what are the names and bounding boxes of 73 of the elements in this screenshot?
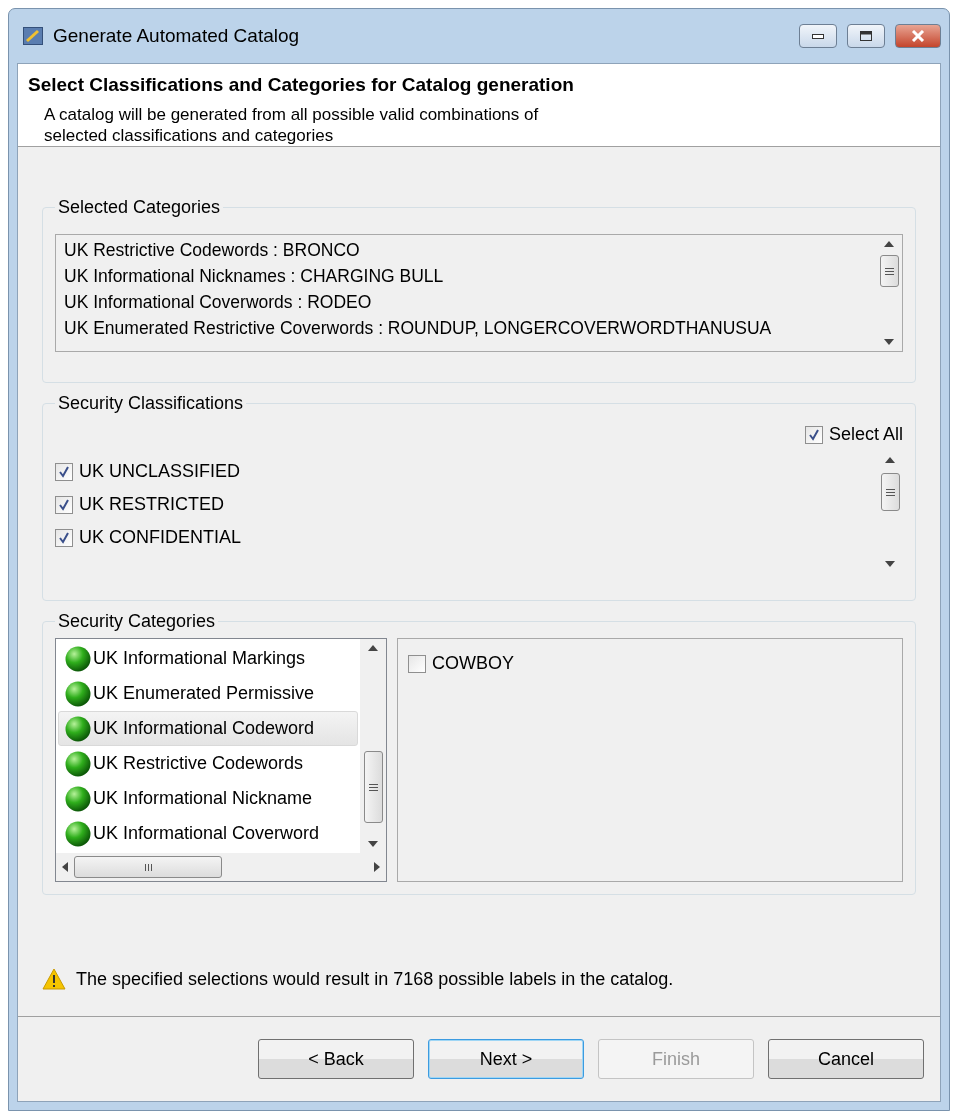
scroll-thumb[interactable] [363,751,383,823]
grip-icon [143,862,153,872]
check-icon [58,465,70,478]
app-icon [23,27,43,45]
warning-message: The specified selections would result in 7168 possible labels in the catalog. [76,968,674,990]
category-list[interactable]: UK Informational Markings UK Enumerated Permissive UK Informational Codeword UK Restrictive Codewords UK Informational Nickname UK Informational Coverword [55,638,387,882]
category-item[interactable]: UK Informational Nickname [58,781,358,816]
ball-icon [65,785,91,812]
scroll-up-arrow-icon[interactable] [368,645,378,651]
dialog-button[interactable]: Cancel [768,1039,924,1079]
minimize-icon [812,33,824,39]
category-item[interactable]: UK Enumerated Permissive [58,676,358,711]
checkbox-label: COWBOY [432,653,514,674]
scroll-down-arrow-icon[interactable] [884,339,894,345]
grip-icon [884,266,894,276]
checkbox-label: Select All [828,424,903,445]
group-title: Security Categories [57,611,217,632]
grip-icon [368,782,378,792]
check-icon [58,531,70,544]
scroll-down-arrow-icon[interactable] [368,841,378,847]
value-checkbox[interactable]: COWBOY [408,653,892,674]
maximize-icon [860,31,872,41]
ball-icon [65,715,91,742]
scroll-thumb[interactable] [879,255,899,287]
horizontal-scrollbar[interactable] [56,853,386,881]
text-line: UK Informational Coverwords : RODEO [64,291,373,314]
group-title: Selected Categories [57,197,222,218]
maximize-button[interactable] [847,24,885,48]
check-icon [807,428,820,441]
text-line: UK Enumerated Restrictive Coverwords : ROUNDUP, LONGERCOVERWORDTHANUSUA [64,317,773,340]
text-area[interactable]: UK Restrictive Codewords : BRONCO UK Informational Nicknames : CHARGING BULL UK Informational Coverwords : RODEO UK Enumerated Restrictive Coverwords : ROUNDUP, LONGERCOVERWORDTHANUSUA [55,234,903,352]
classification-checkbox[interactable]: UK RESTRICTED [55,494,877,515]
scroll-thumb[interactable] [74,856,222,878]
classification-checkbox[interactable]: UK UNCLASSIFIED [55,461,877,482]
ball-icon [65,645,91,672]
close-icon [911,30,925,42]
category-item[interactable]: UK Informational Coverword [58,816,358,851]
scroll-left-arrow-icon[interactable] [62,862,68,872]
dialog-button[interactable]: Next > [428,1039,584,1079]
close-button[interactable] [895,24,941,48]
select-all-checkbox[interactable]: Select All [804,424,903,445]
scroll-right-arrow-icon[interactable] [374,862,380,872]
warning-icon [42,968,66,990]
group-title: Security Classifications [57,393,245,414]
checkbox[interactable] [55,495,73,514]
check-icon [58,498,70,511]
category-item[interactable]: UK Informational Markings [58,641,358,676]
dialog-button[interactable]: < Back [258,1039,414,1079]
checkbox-label: UK RESTRICTED [79,494,224,515]
scroll-up-arrow-icon[interactable] [884,241,894,247]
checkbox[interactable] [55,462,73,481]
checkbox[interactable] [408,654,426,673]
scroll-down-arrow-icon[interactable] [885,561,895,567]
checkbox[interactable] [55,528,73,547]
checkbox-label: UK CONFIDENTIAL [79,527,242,548]
page-title: Select Classifications and Categories for Catalog generation [28,74,575,96]
classification-checkbox[interactable]: UK CONFIDENTIAL [55,527,877,548]
text-line: UK Restrictive Codewords : BRONCO [64,239,361,262]
ball-icon [65,820,91,847]
checkbox[interactable] [804,425,823,444]
category-item[interactable]: UK Informational Codeword [58,711,358,746]
page-description: A catalog will be generated from all possible valid combinations of selected classifications and categories [43,104,540,146]
category-item[interactable]: UK Restrictive Codewords [58,746,358,781]
text-line: UK Informational Nicknames : CHARGING BULL [64,265,445,288]
vertical-scrollbar[interactable] [360,639,386,853]
grip-icon [885,487,895,497]
ball-icon [65,750,91,777]
scroll-up-arrow-icon[interactable] [885,457,895,463]
checkbox-label: UK UNCLASSIFIED [79,461,241,482]
minimize-button[interactable] [799,24,837,48]
window-title: Generate Automated Catalog [53,25,301,47]
ball-icon [65,680,91,707]
scroll-thumb[interactable] [880,473,900,511]
